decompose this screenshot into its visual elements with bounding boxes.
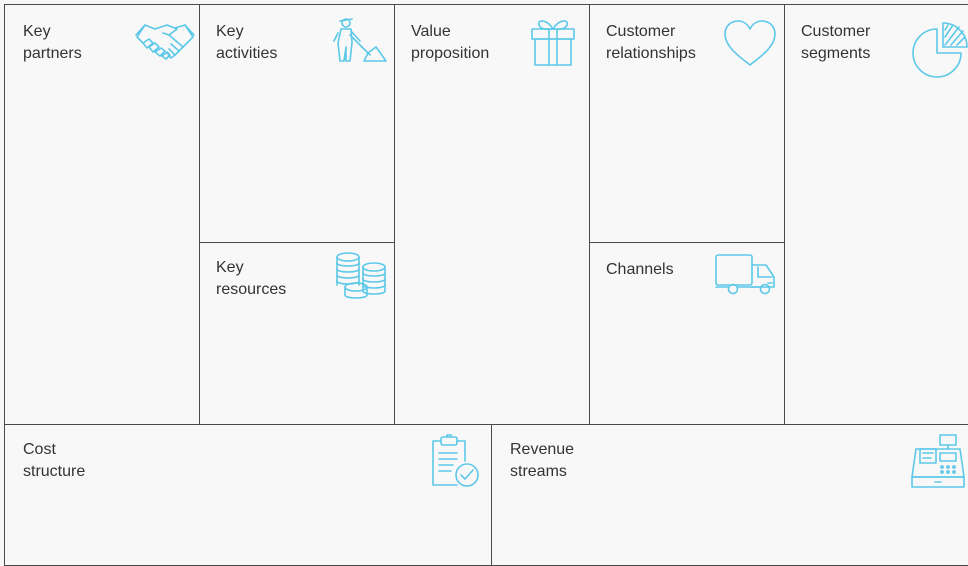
worker-shovel-icon	[332, 15, 388, 65]
cash-register-icon	[910, 433, 966, 491]
key-resources-label: Key resources	[216, 259, 287, 298]
revenue-streams-block: Revenue streams	[491, 424, 968, 566]
channels-block: Channels	[589, 242, 785, 425]
business-model-canvas: Key partners Key activities Key resource…	[0, 0, 968, 566]
handshake-icon	[133, 17, 197, 61]
channels-label: Channels	[606, 261, 674, 278]
truck-icon	[714, 253, 778, 297]
customer-segments-block: Customer segments	[784, 4, 968, 425]
cost-structure-label: Cost structure	[23, 441, 86, 480]
key-partners-label: Key partners	[23, 23, 82, 62]
cost-structure-block: Cost structure	[4, 424, 492, 566]
customer-relationships-block: Customer relationships	[589, 4, 785, 243]
clipboard-check-icon	[427, 433, 483, 489]
pie-chart-icon	[909, 19, 968, 79]
customer-relationships-label: Customer relationships	[606, 23, 696, 62]
coin-stacks-icon	[334, 251, 388, 299]
revenue-streams-label: Revenue streams	[510, 441, 575, 480]
value-proposition-label: Value proposition	[411, 23, 490, 62]
gift-icon	[529, 15, 577, 67]
key-activities-block: Key activities	[199, 4, 395, 243]
key-resources-block: Key resources	[199, 242, 395, 425]
heart-icon	[722, 19, 778, 67]
customer-segments-label: Customer segments	[801, 23, 871, 62]
value-proposition-block: Value proposition	[394, 4, 590, 425]
key-activities-label: Key activities	[216, 23, 278, 62]
key-partners-block: Key partners	[4, 4, 200, 425]
